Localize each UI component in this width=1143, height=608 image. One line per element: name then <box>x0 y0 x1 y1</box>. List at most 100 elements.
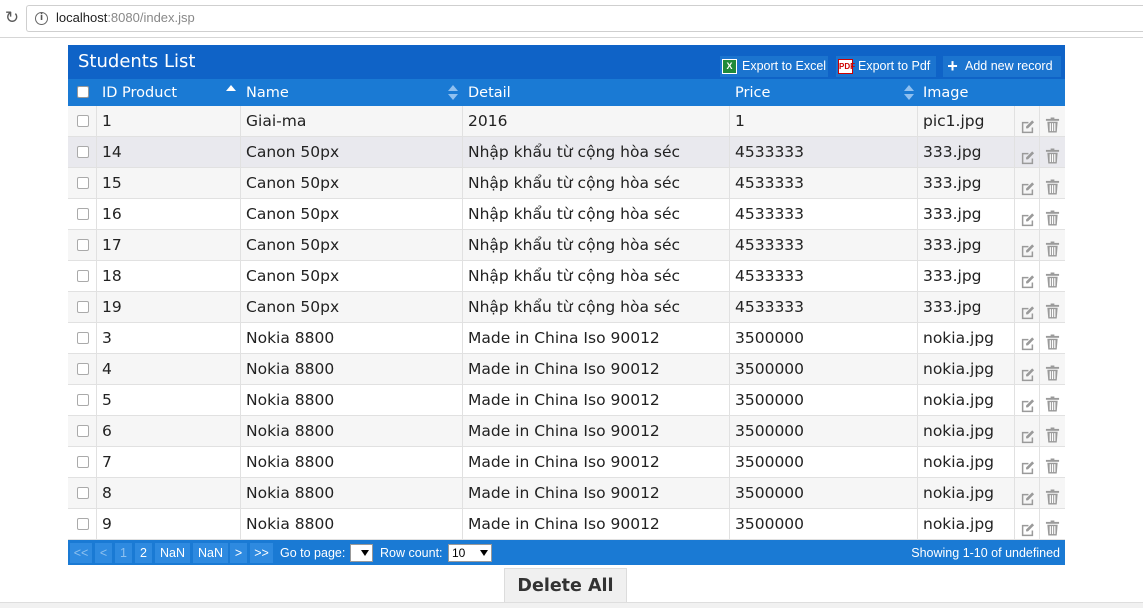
column-header-image[interactable]: Image <box>923 79 1065 106</box>
row-checkbox[interactable] <box>77 239 89 251</box>
reload-icon[interactable]: ↻ <box>3 8 21 28</box>
column-header-image-label: Image <box>923 85 969 101</box>
cell-price: 1 <box>730 106 918 137</box>
table-row[interactable]: 1 Giai-ma 2016 1 pic1.jpg <box>68 106 1065 137</box>
trash-icon[interactable] <box>1045 268 1060 288</box>
edit-icon[interactable] <box>1020 455 1035 475</box>
trash-icon[interactable] <box>1045 113 1060 133</box>
go-to-page-select[interactable] <box>350 544 373 562</box>
delete-cell <box>1040 137 1065 168</box>
export-excel-button[interactable]: X Export to Excel <box>720 56 828 77</box>
grid-body: 1 Giai-ma 2016 1 pic1.jpg 14 Canon 50px Nhập kh… <box>68 106 1065 540</box>
row-checkbox[interactable] <box>77 363 89 375</box>
column-header-price[interactable]: Price <box>735 79 918 106</box>
trash-icon[interactable] <box>1045 175 1060 195</box>
column-header-id[interactable]: ID Product <box>102 79 241 106</box>
page-4-button[interactable]: NaN <box>193 543 228 563</box>
delete-all-button[interactable]: Delete All <box>504 568 627 604</box>
edit-icon[interactable] <box>1020 176 1035 196</box>
url-text[interactable]: localhost:8080/index.jsp <box>56 10 195 25</box>
edit-icon[interactable] <box>1020 114 1035 134</box>
edit-cell <box>1015 261 1040 292</box>
edit-icon[interactable] <box>1020 207 1035 227</box>
delete-cell <box>1040 261 1065 292</box>
table-row[interactable]: 18 Canon 50px Nhập khẩu từ cộng hòa séc 453… <box>68 261 1065 292</box>
edit-icon[interactable] <box>1020 517 1035 537</box>
edit-icon[interactable] <box>1020 486 1035 506</box>
trash-icon[interactable] <box>1045 299 1060 319</box>
row-checkbox[interactable] <box>77 270 89 282</box>
trash-icon[interactable] <box>1045 516 1060 536</box>
first-page-button[interactable]: << <box>70 543 92 563</box>
table-row[interactable]: 8 Nokia 8800 Made in China Iso 90012 350000… <box>68 478 1065 509</box>
trash-icon[interactable] <box>1045 361 1060 381</box>
table-row[interactable]: 14 Canon 50px Nhập khẩu từ cộng hòa séc 453… <box>68 137 1065 168</box>
sort-asc-icon[interactable] <box>226 85 236 101</box>
info-icon[interactable]: i <box>35 12 48 25</box>
table-row[interactable]: 17 Canon 50px Nhập khẩu từ cộng hòa séc 453… <box>68 230 1065 261</box>
table-row[interactable]: 19 Canon 50px Nhập khẩu từ cộng hòa séc 453… <box>68 292 1065 323</box>
trash-icon[interactable] <box>1045 392 1060 412</box>
row-checkbox[interactable] <box>77 518 89 530</box>
export-pdf-button[interactable]: PDF Export to Pdf <box>836 56 936 77</box>
column-header-detail[interactable]: Detail <box>468 79 730 106</box>
cell-id: 1 <box>97 106 241 137</box>
page-3-button[interactable]: NaN <box>155 543 190 563</box>
edit-icon[interactable] <box>1020 300 1035 320</box>
table-row[interactable]: 15 Canon 50px Nhập khẩu từ cộng hòa séc 453… <box>68 168 1065 199</box>
edit-icon[interactable] <box>1020 393 1035 413</box>
showing-status: Showing 1-10 of undefined <box>911 546 1060 560</box>
row-checkbox[interactable] <box>77 146 89 158</box>
export-excel-label: Export to Excel <box>742 59 827 73</box>
trash-icon[interactable] <box>1045 454 1060 474</box>
cell-image: nokia.jpg <box>918 354 1015 385</box>
next-page-button[interactable]: > <box>230 543 247 563</box>
row-checkbox[interactable] <box>77 425 89 437</box>
table-row[interactable]: 5 Nokia 8800 Made in China Iso 90012 350000… <box>68 385 1065 416</box>
column-header-name[interactable]: Name <box>246 79 463 106</box>
cell-price: 4533333 <box>730 230 918 261</box>
row-checkbox[interactable] <box>77 208 89 220</box>
cell-image: pic1.jpg <box>918 106 1015 137</box>
cell-id: 3 <box>97 323 241 354</box>
table-row[interactable]: 4 Nokia 8800 Made in China Iso 90012 350000… <box>68 354 1065 385</box>
row-checkbox[interactable] <box>77 456 89 468</box>
address-bar[interactable]: i localhost:8080/index.jsp <box>26 5 1143 32</box>
last-page-button[interactable]: >> <box>250 543 273 563</box>
edit-icon[interactable] <box>1020 238 1035 258</box>
table-row[interactable]: 16 Canon 50px Nhập khẩu từ cộng hòa séc 453… <box>68 199 1065 230</box>
table-row[interactable]: 3 Nokia 8800 Made in China Iso 90012 350000… <box>68 323 1065 354</box>
add-new-record-button[interactable]: + Add new record <box>943 56 1061 77</box>
row-count-label: Row count: <box>380 546 443 560</box>
trash-icon[interactable] <box>1045 237 1060 257</box>
sort-icon[interactable] <box>904 85 914 101</box>
row-checkbox[interactable] <box>77 301 89 313</box>
trash-icon[interactable] <box>1045 144 1060 164</box>
trash-icon[interactable] <box>1045 423 1060 443</box>
select-all-checkbox[interactable] <box>77 86 89 98</box>
edit-icon[interactable] <box>1020 331 1035 351</box>
row-checkbox[interactable] <box>77 177 89 189</box>
edit-icon[interactable] <box>1020 145 1035 165</box>
edit-icon[interactable] <box>1020 362 1035 382</box>
row-checkbox[interactable] <box>77 487 89 499</box>
page-2-button[interactable]: 2 <box>135 543 152 563</box>
table-row[interactable]: 6 Nokia 8800 Made in China Iso 90012 350000… <box>68 416 1065 447</box>
trash-icon[interactable] <box>1045 206 1060 226</box>
sort-icon[interactable] <box>448 85 458 101</box>
cell-image: 333.jpg <box>918 292 1015 323</box>
row-select-cell <box>68 230 97 261</box>
trash-icon[interactable] <box>1045 330 1060 350</box>
cell-detail: Made in China Iso 90012 <box>463 354 730 385</box>
row-checkbox[interactable] <box>77 332 89 344</box>
row-checkbox[interactable] <box>77 115 89 127</box>
prev-page-button[interactable]: < <box>95 543 112 563</box>
table-row[interactable]: 7 Nokia 8800 Made in China Iso 90012 350000… <box>68 447 1065 478</box>
trash-icon[interactable] <box>1045 485 1060 505</box>
table-row[interactable]: 9 Nokia 8800 Made in China Iso 90012 350000… <box>68 509 1065 540</box>
edit-icon[interactable] <box>1020 424 1035 444</box>
edit-icon[interactable] <box>1020 269 1035 289</box>
page-1-button[interactable]: 1 <box>115 543 132 563</box>
row-checkbox[interactable] <box>77 394 89 406</box>
row-count-select[interactable]: 10 <box>448 544 492 562</box>
